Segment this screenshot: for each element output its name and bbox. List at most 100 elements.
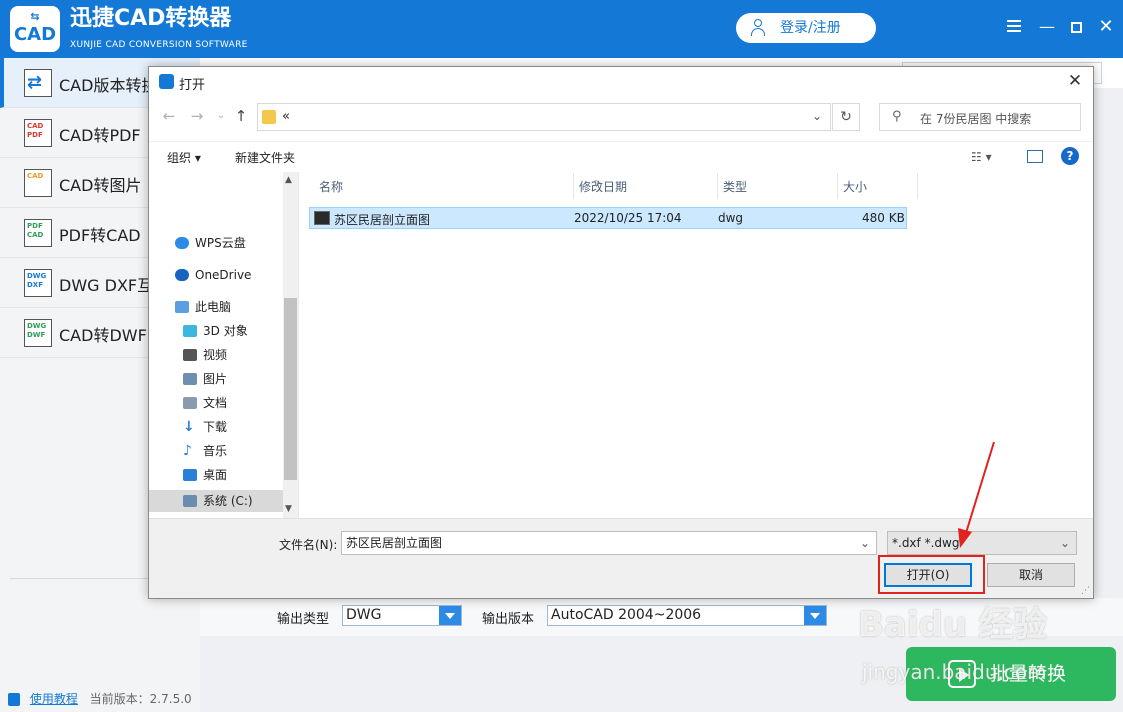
logo-text: CAD — [13, 24, 57, 45]
cancel-button[interactable]: 取消 — [987, 563, 1075, 587]
maximize-icon[interactable] — [1066, 17, 1086, 37]
refresh-icon[interactable]: ↻ — [832, 103, 860, 131]
chevron-down-icon[interactable]: ⌄ — [812, 109, 822, 123]
nav-item-system-c[interactable]: 系统 (C:) — [149, 490, 297, 512]
search-placeholder: 在 7份民居图 中搜索 — [920, 112, 1032, 126]
nav-item-videos[interactable]: 视频 — [149, 344, 297, 366]
sidebar-item-label: CAD转PDF — [59, 126, 141, 145]
download-icon: ↓ — [183, 419, 195, 435]
up-icon[interactable]: ↑ — [233, 107, 249, 125]
chevron-down-icon — [804, 606, 826, 625]
column-divider[interactable] — [573, 173, 574, 199]
output-type-select[interactable]: DWG — [342, 605, 462, 626]
column-modified[interactable]: 修改日期 — [579, 178, 627, 195]
nav-item-label: 图片 — [203, 372, 228, 386]
column-divider[interactable] — [917, 173, 918, 199]
search-input[interactable]: ⚲ 在 7份民居图 中搜索 — [879, 103, 1081, 131]
file-list-header: ︿ 名称 修改日期 类型 大小 — [301, 173, 1091, 199]
nav-item-label: 此电脑 — [195, 300, 232, 314]
scroll-thumb[interactable] — [284, 298, 297, 480]
preview-pane-icon[interactable] — [1027, 150, 1043, 163]
menu-icon[interactable] — [1004, 17, 1024, 37]
filetype-select[interactable]: *.dxf *.dwg ⌄ — [887, 531, 1077, 555]
folder-icon — [262, 110, 276, 124]
3d-objects-icon — [183, 325, 197, 337]
filename-label: 文件名(N): — [279, 538, 338, 552]
cad-to-pdf-icon: CAD PDF — [24, 119, 52, 147]
version-text: 当前版本：2.7.5.0 — [89, 692, 192, 706]
cad-version-icon: ⇄ — [24, 69, 52, 97]
resize-grip-icon[interactable]: ⋰ — [1081, 586, 1090, 596]
scroll-up-icon[interactable]: ▲ — [285, 175, 292, 185]
nav-item-label: 下载 — [203, 420, 228, 434]
dwg-dxf-icon: DWG DXF — [24, 269, 52, 297]
column-divider[interactable] — [717, 173, 718, 199]
nav-item-pictures[interactable]: 图片 — [149, 368, 297, 390]
tutorial-link[interactable]: 使用教程 — [30, 692, 78, 706]
output-type-value: DWG — [346, 607, 382, 623]
close-icon[interactable]: ✕ — [1065, 71, 1085, 91]
nav-item-downloads[interactable]: ↓ 下载 — [149, 416, 297, 438]
back-icon[interactable]: ← — [161, 107, 177, 125]
nav-item-this-pc[interactable]: 此电脑 — [149, 296, 297, 318]
sidebar-item-label: CAD版本转换 — [59, 76, 158, 95]
filename-value: 苏区民居剖立面图 — [346, 536, 443, 550]
file-name: 苏区民居剖立面图 — [334, 213, 431, 227]
sidebar-item-label: PDF转CAD — [59, 226, 141, 245]
nav-item-wps-cloud[interactable]: WPS云盘 — [149, 232, 297, 254]
drive-icon — [183, 495, 197, 507]
nav-item-3d-objects[interactable]: 3D 对象 — [149, 320, 297, 342]
minimize-icon[interactable]: — — [1037, 17, 1057, 37]
output-version-label: 输出版本 — [482, 612, 535, 627]
address-bar[interactable]: « ⌄ — [257, 103, 831, 131]
output-version-select[interactable]: AutoCAD 2004~2006 — [547, 605, 827, 626]
column-type[interactable]: 类型 — [723, 178, 747, 195]
login-label: 登录/注册 — [780, 20, 841, 36]
sidebar-footer: 使用教程 当前版本：2.7.5.0 — [8, 690, 192, 707]
close-icon[interactable]: ✕ — [1096, 17, 1116, 37]
sidebar-item-label: CAD转图片 — [59, 176, 142, 195]
column-size[interactable]: 大小 — [843, 178, 867, 195]
watermark-url: jingyan.baidu.com — [862, 660, 1047, 684]
nav-item-onedrive[interactable]: OneDrive — [149, 264, 297, 286]
login-button[interactable]: 登录/注册 — [736, 13, 876, 43]
filename-input[interactable]: 苏区民居剖立面图 ⌄ — [341, 531, 877, 555]
column-divider[interactable] — [837, 173, 838, 199]
column-name[interactable]: 名称 — [319, 178, 343, 195]
file-type: dwg — [718, 211, 744, 225]
new-folder-button[interactable]: 新建文件夹 — [235, 149, 295, 166]
address-path: « — [282, 109, 290, 124]
file-row[interactable]: 苏区民居剖立面图 2022/10/25 17:04 dwg 480 KB — [309, 207, 907, 229]
view-options-icon[interactable]: ☷ ▾ — [971, 150, 992, 164]
sidebar-item-label: CAD转DWF — [59, 326, 147, 345]
nav-item-desktop[interactable]: 桌面 — [149, 464, 297, 486]
search-icon: ⚲ — [892, 109, 902, 124]
recent-chevron-icon[interactable]: ⌄ — [213, 110, 229, 128]
pdf-to-cad-icon: PDF CAD — [24, 219, 52, 247]
nav-item-label: 桌面 — [203, 468, 228, 482]
computer-icon — [175, 301, 189, 313]
nav-scrollbar[interactable]: ▲ ▼ — [283, 172, 298, 518]
help-icon[interactable]: ? — [1061, 147, 1079, 165]
annotation-highlight — [878, 555, 985, 594]
output-version-value: AutoCAD 2004~2006 — [551, 607, 702, 623]
nav-item-label: 系统 (C:) — [203, 494, 253, 508]
cad-to-dwf-icon: DWG DWF — [24, 319, 52, 347]
nav-item-label: OneDrive — [195, 268, 252, 282]
filetype-value: *.dxf *.dwg — [892, 536, 960, 550]
navigation-pane: WPS云盘 OneDrive 此电脑 3D 对象 视频 图片 文档 ↓ 下载 ♪… — [149, 172, 299, 518]
forward-icon[interactable]: → — [189, 107, 205, 125]
chevron-down-icon[interactable]: ⌄ — [860, 532, 870, 554]
app-logo: ⇆ CAD — [10, 6, 60, 52]
organize-button[interactable]: 组织 ▾ — [167, 149, 201, 166]
nav-item-music[interactable]: ♪ 音乐 — [149, 440, 297, 462]
nav-item-documents[interactable]: 文档 — [149, 392, 297, 414]
file-size: 480 KB — [862, 211, 905, 225]
video-icon — [183, 349, 197, 361]
nav-item-label: 视频 — [203, 348, 228, 362]
chevron-down-icon — [439, 606, 461, 625]
logo-arrow-icon: ⇆ — [30, 10, 40, 23]
scroll-down-icon[interactable]: ▼ — [285, 504, 292, 514]
dialog-titlebar: 打开 ✕ — [149, 67, 1093, 97]
open-file-dialog: 打开 ✕ ← → ⌄ ↑ « ⌄ ↻ ⚲ 在 7份民居图 中搜索 组织 ▾ 新建… — [148, 66, 1094, 599]
